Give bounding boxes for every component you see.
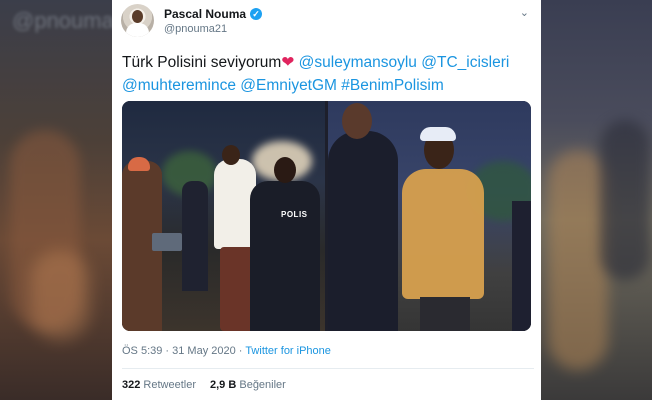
chevron-down-icon[interactable]: ⌄	[520, 6, 529, 19]
tweet-source-link[interactable]: Twitter for iPhone	[245, 345, 331, 357]
mention-link[interactable]: @suleymansoylu	[299, 54, 417, 71]
media-photo-right[interactable]	[328, 101, 531, 331]
hashtag-link[interactable]: #BenimPolisim	[341, 77, 444, 94]
likes-stat[interactable]: 2,9 B Beğeniler	[210, 379, 286, 391]
retweets-label: Retweetler	[143, 379, 196, 391]
backdrop-shape	[548, 150, 608, 370]
officer-head	[274, 157, 296, 183]
tweet-timestamp[interactable]: ÖS 5:39 · 31 May 2020	[122, 345, 236, 357]
mention-link[interactable]: @EmniyetGM	[240, 77, 337, 94]
likes-label: Beğeniler	[239, 379, 286, 391]
likes-count: 2,9 B	[210, 379, 237, 391]
mention-link[interactable]: @TC_icisleri	[421, 54, 509, 71]
backdrop-shape	[30, 250, 90, 340]
author-handle[interactable]: @pnouma21	[164, 23, 227, 35]
avatar-shirt	[126, 23, 149, 37]
police-officer	[250, 181, 320, 331]
heart-emoji-icon: ❤	[281, 54, 295, 71]
author-row: Pascal Nouma ✓	[164, 7, 263, 21]
retweets-count: 322	[122, 379, 141, 391]
backdrop-left	[0, 0, 112, 400]
mention-link[interactable]: @muhteremince	[122, 77, 236, 94]
rain-jacket-person	[402, 169, 484, 299]
helmet	[128, 157, 150, 171]
person-edge	[512, 201, 531, 331]
backdrop-right	[540, 0, 652, 400]
tweet-meta: ÖS 5:39 · 31 May 2020 · Twitter for iPho…	[122, 345, 331, 357]
tweet-text-prefix: Türk Polisini seviyorum	[122, 54, 282, 71]
tweet-text: Türk Polisini seviyorum❤ @suleymansoylu …	[122, 51, 534, 97]
backdrop-shape	[600, 120, 650, 280]
retweets-stat[interactable]: 322 Retweetler	[122, 379, 196, 391]
person-background	[182, 181, 208, 291]
head	[342, 103, 372, 139]
avatar[interactable]	[121, 4, 154, 37]
head	[222, 145, 240, 165]
legs	[420, 297, 470, 331]
verified-badge-icon: ✓	[250, 8, 263, 20]
tablet-device	[152, 233, 182, 251]
person-dark-jacket	[328, 131, 398, 331]
avatar-face	[132, 10, 143, 23]
tweet-card: Pascal Nouma ✓ @pnouma21 ⌄ Türk Polisini…	[112, 0, 541, 400]
polis-vest-label: POLIS	[281, 210, 308, 219]
divider	[122, 368, 534, 369]
author-display-name[interactable]: Pascal Nouma	[164, 7, 246, 21]
cap	[420, 127, 456, 141]
meta-separator: ·	[235, 345, 246, 357]
media-photo-left[interactable]: POLIS	[122, 101, 325, 331]
tweet-media[interactable]: POLIS	[122, 101, 531, 331]
tweet-stats: 322 Retweetler 2,9 B Beğeniler	[122, 379, 286, 391]
